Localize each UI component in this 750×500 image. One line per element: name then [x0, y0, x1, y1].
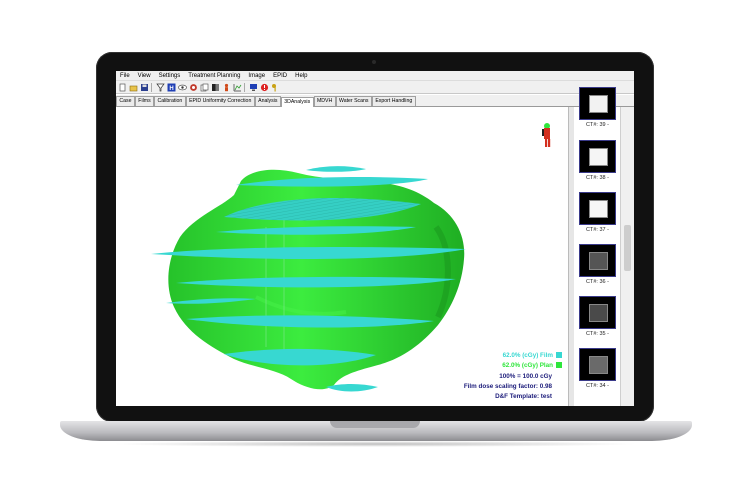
copy-icon[interactable] — [200, 83, 209, 92]
camera-icon — [372, 60, 376, 64]
record-icon[interactable] — [189, 83, 198, 92]
3d-analysis-viewport[interactable]: 62.0% (cGy) Film 62.0% (cGy) Plan 100% =… — [116, 107, 568, 406]
ct-thumbnail-label: CT#: 36 - — [586, 279, 609, 285]
scrollbar-thumb[interactable] — [624, 225, 631, 271]
legend-template: D&F Template: test — [495, 393, 552, 400]
legend-scaling-factor: Film dose scaling factor: 0.98 — [463, 383, 552, 390]
menu-treatment-planning[interactable]: Treatment Planning — [184, 73, 244, 79]
toolbar: H — [116, 81, 634, 94]
ct-thumbnail[interactable]: CT#: 37 - — [579, 192, 616, 236]
monitor-icon[interactable] — [249, 83, 258, 92]
menu-epid[interactable]: EPID — [269, 73, 291, 79]
open-folder-icon[interactable] — [129, 83, 138, 92]
ct-thumbnail-label: CT#: 34 - — [586, 383, 609, 389]
laptop-shadow — [110, 441, 640, 447]
key-icon[interactable] — [271, 83, 280, 92]
ct-thumbnail-image — [579, 348, 616, 381]
toolbar-separator — [244, 82, 245, 92]
filter-icon[interactable] — [156, 83, 165, 92]
help-icon[interactable]: H — [167, 83, 176, 92]
menu-help[interactable]: Help — [291, 73, 311, 79]
ct-thumbnail[interactable]: CT#: 34 - — [579, 348, 616, 392]
ct-thumbnail-label: CT#: 39 - — [586, 122, 609, 128]
ct-thumbnail-image — [579, 192, 616, 225]
ct-thumbnail-image — [579, 87, 616, 120]
tab-case[interactable]: Case — [116, 96, 135, 106]
contrast-icon[interactable] — [211, 83, 220, 92]
new-file-icon[interactable] — [118, 83, 127, 92]
ct-thumbnail-label: CT#: 38 - — [586, 175, 609, 181]
tab-films[interactable]: Films — [134, 96, 155, 106]
ct-thumbnail-image — [579, 140, 616, 173]
graph-icon[interactable] — [233, 83, 242, 92]
laptop-notch — [330, 421, 420, 428]
svg-text:H: H — [169, 86, 173, 92]
3d-dose-render[interactable] — [116, 107, 568, 406]
tab-export-handling[interactable]: Export Handling — [371, 96, 416, 106]
menu-image[interactable]: Image — [244, 73, 269, 79]
save-icon[interactable] — [140, 83, 149, 92]
legend-plan-swatch — [556, 362, 562, 369]
tab-analysis[interactable]: Analysis — [254, 96, 281, 106]
menu-view[interactable]: View — [134, 73, 155, 79]
menu-bar: File View Settings Treatment Planning Im… — [116, 71, 634, 81]
tab-bar: Case Films Calibration EPID Uniformity C… — [116, 95, 634, 107]
ct-thumbnail-image — [579, 244, 616, 277]
orientation-figure-icon — [542, 123, 551, 147]
menu-settings[interactable]: Settings — [155, 73, 185, 79]
ct-thumbnail-label: CT#: 37 - — [586, 227, 609, 233]
legend-plan: 62.0% (cGy) Plan — [502, 362, 562, 369]
app-window: File View Settings Treatment Planning Im… — [116, 71, 634, 406]
legend-film-swatch — [556, 352, 562, 359]
thumbnail-scrollbar[interactable] — [620, 107, 634, 406]
patient-icon[interactable] — [222, 83, 231, 92]
tab-3danalysis[interactable]: 3DAnalysis — [280, 97, 314, 107]
ct-thumbnail[interactable]: CT#: 39 - — [579, 87, 616, 131]
ct-thumbnail-list: CT#: 39 - CT#: 38 - CT#: 37 - CT#: 36 - … — [574, 87, 620, 406]
ct-thumbnail[interactable]: CT#: 35 - — [579, 296, 616, 340]
stop-icon[interactable] — [260, 83, 269, 92]
tab-water-scans[interactable]: Water Scans — [335, 96, 372, 106]
legend-film: 62.0% (cGy) Film — [503, 352, 562, 359]
menu-file[interactable]: File — [116, 73, 134, 79]
toolbar-separator — [151, 82, 152, 92]
tab-epid-uniformity-correction[interactable]: EPID Uniformity Correction — [185, 96, 255, 106]
legend-plan-label: 62.0% (cGy) Plan — [502, 362, 553, 369]
ct-thumbnail[interactable]: CT#: 38 - — [579, 140, 616, 184]
tab-mdvh[interactable]: MDVH — [313, 96, 336, 106]
legend-film-label: 62.0% (cGy) Film — [502, 352, 553, 359]
tab-calibration[interactable]: Calibration — [154, 96, 186, 106]
ct-thumbnail-image — [579, 296, 616, 329]
legend-reference: 100% = 100.0 cGy — [499, 373, 552, 380]
ct-thumbnail[interactable]: CT#: 36 - — [579, 244, 616, 288]
ct-thumbnail-label: CT#: 35 - — [586, 331, 609, 337]
eye-icon[interactable] — [178, 83, 187, 92]
